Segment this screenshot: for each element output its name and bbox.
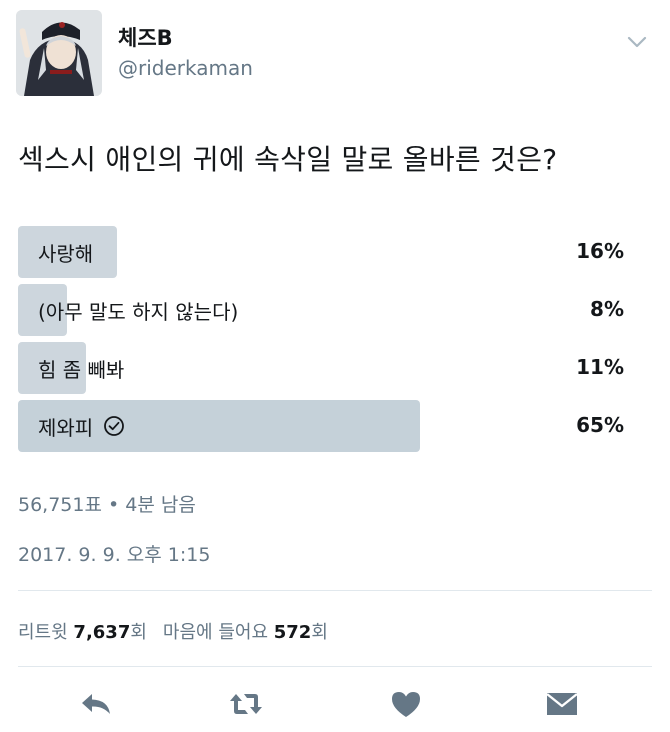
heart-icon[interactable] (386, 688, 426, 720)
like-stat-suffix: 회 (311, 622, 328, 643)
poll-option-percent: 11% (576, 355, 624, 379)
reply-icon[interactable] (76, 688, 116, 720)
avatar[interactable] (16, 10, 102, 96)
check-circle-icon (103, 415, 125, 437)
divider (18, 590, 652, 591)
poll-option-label: 제와피 (18, 412, 125, 441)
timestamp[interactable]: 2017. 9. 9. 오후 1:15 (18, 540, 210, 567)
like-count: 572 (273, 622, 312, 643)
display-name[interactable]: 체즈B (118, 22, 173, 52)
like-stat-label: 마음에 들어요 (162, 622, 269, 643)
divider (18, 666, 652, 667)
poll-option-percent: 16% (576, 239, 624, 263)
poll-option-label: 힘 좀 빼봐 (38, 357, 125, 382)
user-handle[interactable]: @riderkaman (118, 56, 253, 80)
poll-vote-summary: 56,751표 • 4분 남음 (18, 490, 196, 517)
like-stat[interactable]: 마음에 들어요 572회 (163, 622, 328, 643)
envelope-icon[interactable] (542, 688, 582, 720)
tweet-text: 섹스시 애인의 귀에 속삭일 말로 올바른 것은? (18, 143, 558, 176)
tweet-actions (0, 682, 670, 726)
retweet-stat-label: 리트윗 (18, 622, 68, 643)
poll-option-label: (아무 말도 하지 않는다) (38, 299, 239, 324)
avatar-image (16, 10, 102, 96)
poll-option-winner: 제와피 65% (18, 400, 636, 452)
separator-dot: • (108, 494, 120, 516)
retweet-count: 7,637 (73, 622, 131, 643)
poll: 사랑해 16% (아무 말도 하지 않는다) 8% 힘 좀 빼봐 11% 제와피… (18, 226, 636, 458)
chevron-down-icon[interactable] (622, 30, 652, 54)
poll-vote-count: 56,751표 (18, 494, 102, 516)
poll-time-left: 4분 남음 (125, 494, 196, 516)
retweet-icon[interactable] (226, 688, 266, 720)
retweet-stat-suffix: 회 (130, 622, 147, 643)
engagement-stats: 리트윗 7,637회 마음에 들어요 572회 (18, 618, 328, 644)
poll-option-label: 사랑해 (38, 241, 94, 266)
retweet-stat[interactable]: 리트윗 7,637회 (18, 622, 147, 643)
poll-option: (아무 말도 하지 않는다) 8% (18, 284, 636, 336)
poll-option: 사랑해 16% (18, 226, 636, 278)
poll-option-label-text: 제와피 (38, 415, 94, 440)
poll-option-percent: 65% (576, 413, 624, 437)
poll-option-percent: 8% (590, 297, 624, 321)
poll-option: 힘 좀 빼봐 11% (18, 342, 636, 394)
